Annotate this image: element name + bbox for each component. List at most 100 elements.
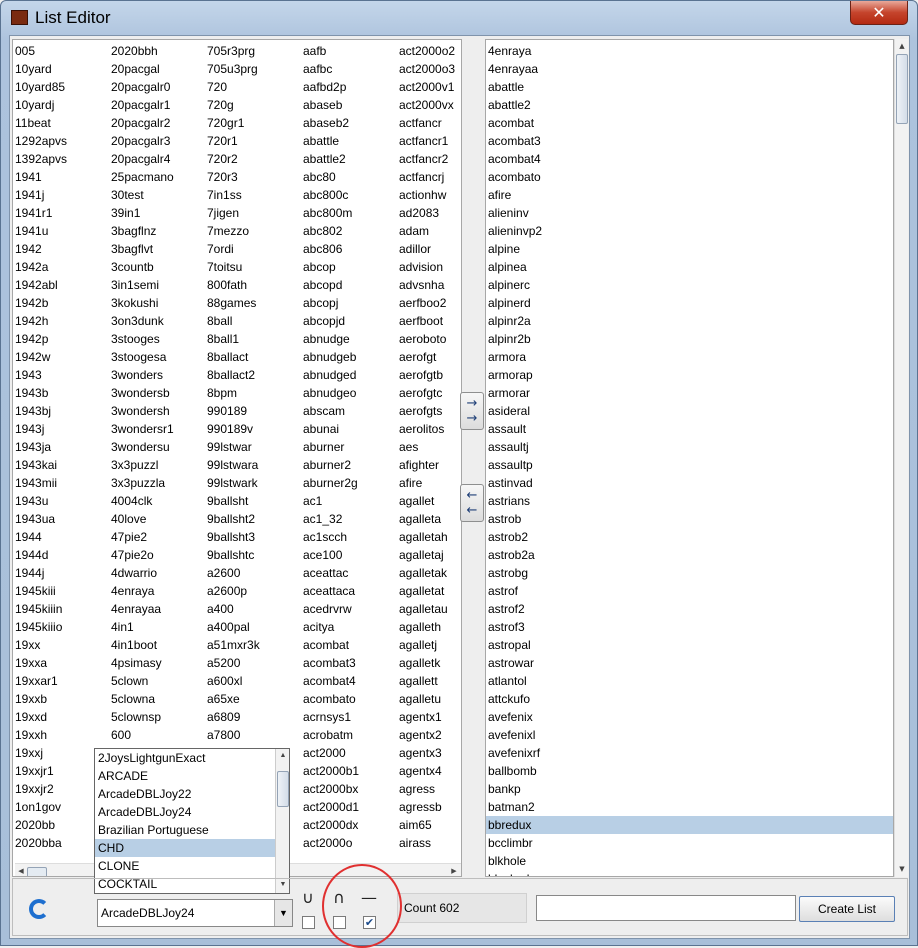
source-list-item[interactable]: 600: [111, 726, 174, 744]
source-list-item[interactable]: 99lstwark: [207, 474, 260, 492]
source-list-item[interactable]: act2000o2: [399, 42, 455, 60]
target-list-item[interactable]: astrob: [486, 510, 893, 528]
source-list-item[interactable]: 1943mii: [15, 474, 67, 492]
source-list-item[interactable]: 1943u: [15, 492, 67, 510]
source-list-item[interactable]: 40love: [111, 510, 174, 528]
source-list-item[interactable]: a400: [207, 600, 260, 618]
source-list-item[interactable]: aburner2: [303, 456, 359, 474]
scroll-thumb[interactable]: [27, 867, 47, 876]
source-list-item[interactable]: abnudge: [303, 330, 359, 348]
source-list-item[interactable]: 1942b: [15, 294, 67, 312]
source-list-item[interactable]: aerofgtc: [399, 384, 455, 402]
source-list-item[interactable]: 7mezzo: [207, 222, 260, 240]
source-list-item[interactable]: abattle2: [303, 150, 359, 168]
dropdown-option[interactable]: ArcadeDBLJoy22: [95, 785, 289, 803]
source-list-item[interactable]: 20pacgal: [111, 60, 174, 78]
target-list-item[interactable]: 4enrayaa: [486, 60, 893, 78]
source-list-item[interactable]: ace100: [303, 546, 359, 564]
source-list-item[interactable]: abscam: [303, 402, 359, 420]
source-list-item[interactable]: aerofgtb: [399, 366, 455, 384]
source-list-item[interactable]: actfancr2: [399, 150, 455, 168]
source-list-item[interactable]: 9ballsht: [207, 492, 260, 510]
source-list-item[interactable]: 10yard85: [15, 78, 67, 96]
source-list-item[interactable]: 1943kai: [15, 456, 67, 474]
source-list-item[interactable]: act2000vx: [399, 96, 455, 114]
source-list-item[interactable]: advision: [399, 258, 455, 276]
source-list-item[interactable]: act2000d1: [303, 798, 359, 816]
source-list-item[interactable]: 19xxa: [15, 654, 67, 672]
source-list-item[interactable]: 3wondersr1: [111, 420, 174, 438]
source-list-item[interactable]: 1392apvs: [15, 150, 67, 168]
source-list-item[interactable]: agentx2: [399, 726, 455, 744]
source-list-item[interactable]: acedrvrw: [303, 600, 359, 618]
source-list-item[interactable]: 3kokushi: [111, 294, 174, 312]
scroll-thumb[interactable]: [277, 771, 289, 807]
source-list-item[interactable]: acitya: [303, 618, 359, 636]
source-list-item[interactable]: 20pacgalr2: [111, 114, 174, 132]
target-list-item[interactable]: acombat3: [486, 132, 893, 150]
refresh-icon[interactable]: [29, 899, 49, 919]
source-list-item[interactable]: 19xxh: [15, 726, 67, 744]
source-list-item[interactable]: 3stooges: [111, 330, 174, 348]
target-list-item[interactable]: assaultj: [486, 438, 893, 456]
source-list-item[interactable]: 20pacgalr3: [111, 132, 174, 150]
target-list-item[interactable]: alpinerd: [486, 294, 893, 312]
source-list-item[interactable]: 19xxd: [15, 708, 67, 726]
source-list-item[interactable]: adam: [399, 222, 455, 240]
target-list-item[interactable]: blkhole: [486, 852, 893, 870]
source-list-item[interactable]: ac1: [303, 492, 359, 510]
target-list-item[interactable]: batman2: [486, 798, 893, 816]
target-list-item[interactable]: avefenixl: [486, 726, 893, 744]
source-list-item[interactable]: 4in1boot: [111, 636, 174, 654]
title-bar[interactable]: List Editor ✕: [1, 1, 917, 35]
source-list-item[interactable]: 720r1: [207, 132, 260, 150]
source-list-item[interactable]: ad2083: [399, 204, 455, 222]
target-list-item[interactable]: assaultp: [486, 456, 893, 474]
source-list-item[interactable]: 2020bbh: [111, 42, 174, 60]
source-list-item[interactable]: 800fath: [207, 276, 260, 294]
source-list-item[interactable]: abcop: [303, 258, 359, 276]
popup-scrollbar[interactable]: ▲ ▼: [275, 749, 289, 893]
source-list-item[interactable]: agallett: [399, 672, 455, 690]
source-list-item[interactable]: agalleth: [399, 618, 455, 636]
source-list-item[interactable]: 1945kiii: [15, 582, 67, 600]
target-list-item[interactable]: armorap: [486, 366, 893, 384]
target-list-item[interactable]: astrowar: [486, 654, 893, 672]
source-list-item[interactable]: agress: [399, 780, 455, 798]
target-list-item[interactable]: afire: [486, 186, 893, 204]
source-list-item[interactable]: 2020bb: [15, 816, 67, 834]
source-list-item[interactable]: agallet: [399, 492, 455, 510]
source-list-item[interactable]: agressb: [399, 798, 455, 816]
dropdown-option[interactable]: ARCADE: [95, 767, 289, 785]
target-list-item[interactable]: 4enraya: [486, 42, 893, 60]
target-list-item[interactable]: bbredux: [486, 816, 893, 834]
target-list-item[interactable]: bcclimbr: [486, 834, 893, 852]
source-list-item[interactable]: 1941u: [15, 222, 67, 240]
target-list-item[interactable]: bankp: [486, 780, 893, 798]
source-list-item[interactable]: 3x3puzzl: [111, 456, 174, 474]
source-list-item[interactable]: agalletau: [399, 600, 455, 618]
list-name-input[interactable]: [536, 895, 796, 921]
source-list-item[interactable]: a2600p: [207, 582, 260, 600]
source-list-item[interactable]: abaseb: [303, 96, 359, 114]
source-list-item[interactable]: 720: [207, 78, 260, 96]
target-list-item[interactable]: alpinerc: [486, 276, 893, 294]
source-list-item[interactable]: 990189: [207, 402, 260, 420]
target-list-item[interactable]: ballbomb: [486, 762, 893, 780]
source-list-item[interactable]: acombat: [303, 636, 359, 654]
source-list-item[interactable]: acrnsys1: [303, 708, 359, 726]
source-list-item[interactable]: ac1scch: [303, 528, 359, 546]
source-list-item[interactable]: 7toitsu: [207, 258, 260, 276]
source-list-item[interactable]: acombat4: [303, 672, 359, 690]
source-list-item[interactable]: 3in1semi: [111, 276, 174, 294]
source-list-item[interactable]: 4enraya: [111, 582, 174, 600]
source-list-item[interactable]: 7jigen: [207, 204, 260, 222]
target-list-item[interactable]: astrob2: [486, 528, 893, 546]
source-list-item[interactable]: 8ballact: [207, 348, 260, 366]
source-list-item[interactable]: 3on3dunk: [111, 312, 174, 330]
source-list-item[interactable]: agentx3: [399, 744, 455, 762]
target-list-item[interactable]: acombat: [486, 114, 893, 132]
target-list-item[interactable]: alpinr2a: [486, 312, 893, 330]
source-list-item[interactable]: 1944: [15, 528, 67, 546]
source-list-item[interactable]: 19xxjr2: [15, 780, 67, 798]
